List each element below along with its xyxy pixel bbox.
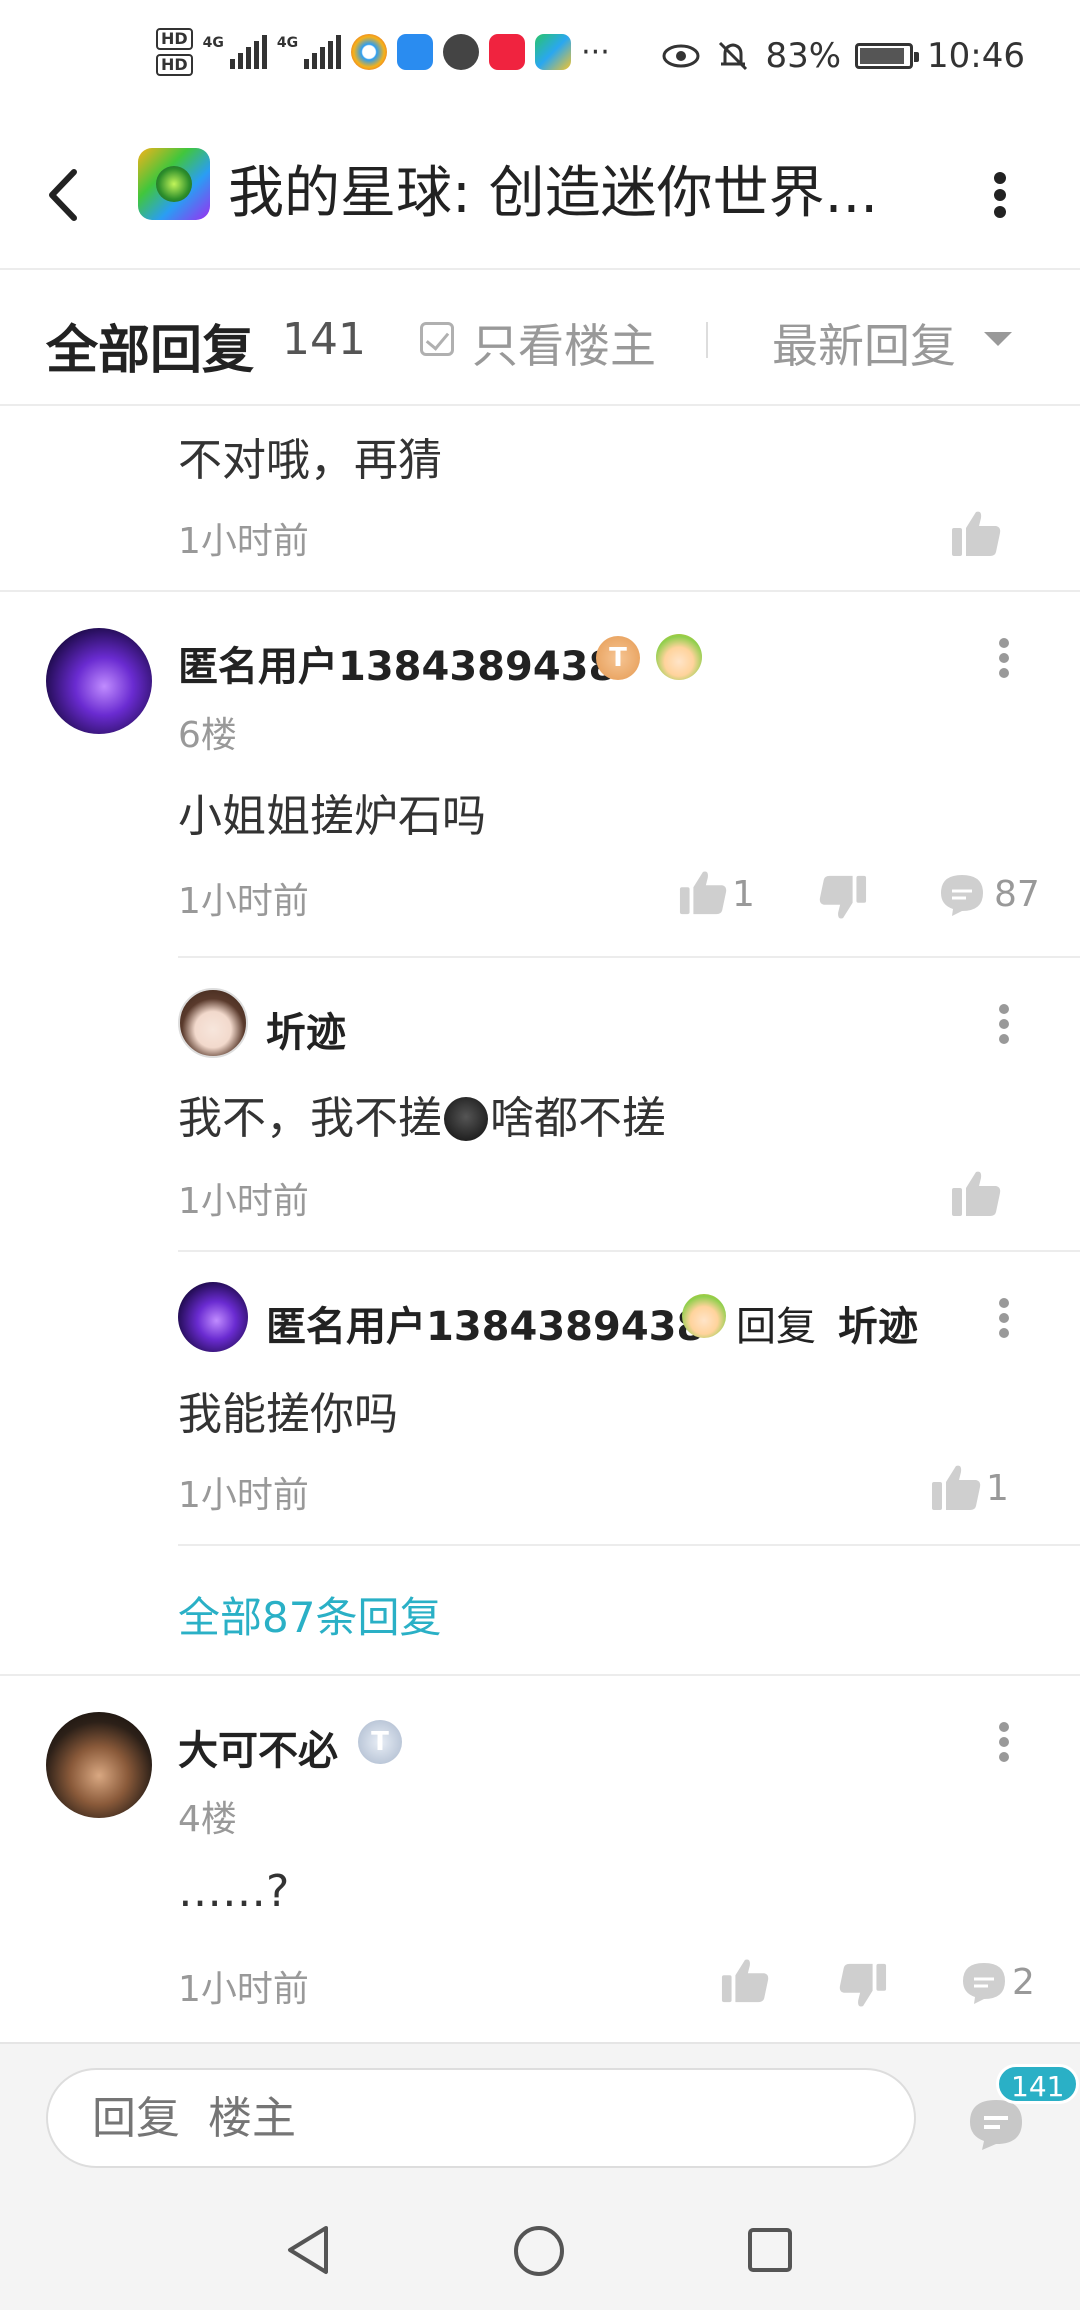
eye-comfort-icon xyxy=(662,44,700,68)
comment-time: 1小时前 xyxy=(178,881,309,922)
separator xyxy=(178,1250,1080,1252)
separator xyxy=(0,1674,1080,1676)
only-op-checkbox[interactable] xyxy=(420,322,454,356)
reply-input[interactable] xyxy=(46,2068,916,2168)
avatar[interactable] xyxy=(46,628,152,734)
page-title: 我的星球: 创造迷你世界... xyxy=(228,161,879,226)
avatar[interactable] xyxy=(46,1712,152,1818)
network-2-label: 4G xyxy=(276,35,299,51)
view-all-replies-link[interactable]: 全部87条回复 xyxy=(178,1584,441,1645)
comment-content: 不对哦，再猜 xyxy=(178,435,442,486)
reply-username[interactable]: 匿名用户1384389438 xyxy=(266,1294,704,1352)
reply-time: 1小时前 xyxy=(178,1181,309,1222)
status-left: HD HD 4G 4G ··· xyxy=(156,28,610,76)
tencent-video-app-icon xyxy=(535,34,572,70)
more-vertical-icon[interactable] xyxy=(994,628,1014,688)
comment-bubble-icon[interactable] xyxy=(960,1960,1008,2006)
comment-username[interactable]: 匿名用户1384389438 xyxy=(178,634,616,692)
more-vertical-icon[interactable] xyxy=(990,160,1010,230)
avatar[interactable] xyxy=(178,988,248,1058)
all-replies-label[interactable]: 全部回复 xyxy=(46,308,254,383)
status-right: 83% 10:46 xyxy=(661,36,1025,76)
comment-time: 1小时前 xyxy=(178,521,309,562)
reply-username[interactable]: 圻迹 xyxy=(266,1000,346,1058)
elf-badge-icon xyxy=(656,634,702,680)
reply-to-username[interactable]: 圻迹 xyxy=(838,1294,918,1352)
dingtalk-app-icon xyxy=(397,34,434,70)
reply-content-after: 啥都不搓 xyxy=(490,1093,666,1144)
xiaohongshu-app-icon xyxy=(489,34,526,70)
separator xyxy=(0,590,1080,592)
level-badge: T xyxy=(358,1720,402,1764)
separator xyxy=(178,956,1080,958)
nav-home-icon[interactable] xyxy=(512,2224,566,2278)
separator xyxy=(178,1544,1080,1546)
network-1-label: 4G xyxy=(202,35,224,51)
reply-time: 1小时前 xyxy=(178,1475,309,1516)
like-count: 1 xyxy=(732,874,755,915)
title-bar: 我的星球: 创造迷你世界... xyxy=(0,120,1080,270)
hd1-indicator: HD xyxy=(156,28,193,50)
wechat-app-icon xyxy=(443,34,480,70)
smiley-emoji-icon xyxy=(444,1097,488,1141)
thumb-up-icon[interactable] xyxy=(930,1462,982,1512)
browser-app-icon xyxy=(351,34,388,70)
more-vertical-icon[interactable] xyxy=(994,1712,1014,1772)
status-bar: HD HD 4G 4G ··· 83% 10:46 xyxy=(0,0,1080,120)
system-nav-bar xyxy=(0,2190,1080,2310)
battery-percent: 83% xyxy=(765,36,842,76)
hd2-indicator: HD xyxy=(156,54,193,76)
mute-bell-icon xyxy=(719,41,748,71)
more-vertical-icon[interactable] xyxy=(994,994,1014,1054)
back-arrow-icon[interactable] xyxy=(40,160,90,230)
reply-content: 我不，我不搓 啥都不搓 xyxy=(178,1082,666,1146)
thumb-down-icon[interactable] xyxy=(818,874,868,922)
comment-time: 1小时前 xyxy=(178,1969,309,2010)
chevron-down-icon[interactable] xyxy=(984,332,1012,346)
comment-bubble-icon[interactable] xyxy=(938,872,986,918)
thumb-up-icon[interactable] xyxy=(678,868,728,916)
thumb-up-icon[interactable] xyxy=(950,1168,1002,1218)
more-vertical-icon[interactable] xyxy=(994,1288,1014,1348)
only-op-label[interactable]: 只看楼主 xyxy=(472,310,656,376)
level-badge: T xyxy=(596,636,640,680)
reply-content: 我能搓你吗 xyxy=(178,1389,398,1440)
signal-1-icon: 4G xyxy=(203,35,267,69)
elf-badge-icon xyxy=(682,1294,726,1338)
comment-content: ……? xyxy=(178,1866,290,1917)
game-icon[interactable] xyxy=(138,148,210,220)
floor-number: 4楼 xyxy=(178,1799,237,1840)
comment-count: 2 xyxy=(1012,1962,1035,2003)
nav-recent-icon[interactable] xyxy=(746,2226,794,2274)
reply-word: 回复 xyxy=(736,1304,816,1350)
comment-count: 87 xyxy=(994,874,1040,915)
thumb-up-icon[interactable] xyxy=(950,508,1002,558)
signal-2-icon: 4G xyxy=(276,35,342,69)
filter-bar: 全部回复 141 只看楼主 最新回复 xyxy=(0,272,1080,406)
filter-divider xyxy=(706,322,708,358)
thumb-up-icon[interactable] xyxy=(720,1956,770,2004)
more-notifications: ··· xyxy=(581,34,610,70)
like-count: 1 xyxy=(986,1468,1009,1509)
reply-content-before: 我不，我不搓 xyxy=(178,1093,442,1144)
thumb-down-icon[interactable] xyxy=(838,1962,888,2010)
floor-number: 6楼 xyxy=(178,715,237,756)
message-count-badge: 141 xyxy=(996,2064,1080,2104)
hd-indicators: HD HD xyxy=(156,28,193,76)
comment-content: 小姐姐搓炉石吗 xyxy=(178,791,486,842)
battery-icon xyxy=(855,43,920,69)
sort-dropdown[interactable]: 最新回复 xyxy=(772,310,956,376)
reply-count: 141 xyxy=(282,314,366,365)
reply-bar: 141 xyxy=(0,2042,1080,2190)
comment-username[interactable]: 大可不必 xyxy=(178,1718,338,1776)
clock: 10:46 xyxy=(927,36,1025,76)
nav-back-icon[interactable] xyxy=(284,2224,332,2276)
avatar[interactable] xyxy=(178,1282,248,1352)
